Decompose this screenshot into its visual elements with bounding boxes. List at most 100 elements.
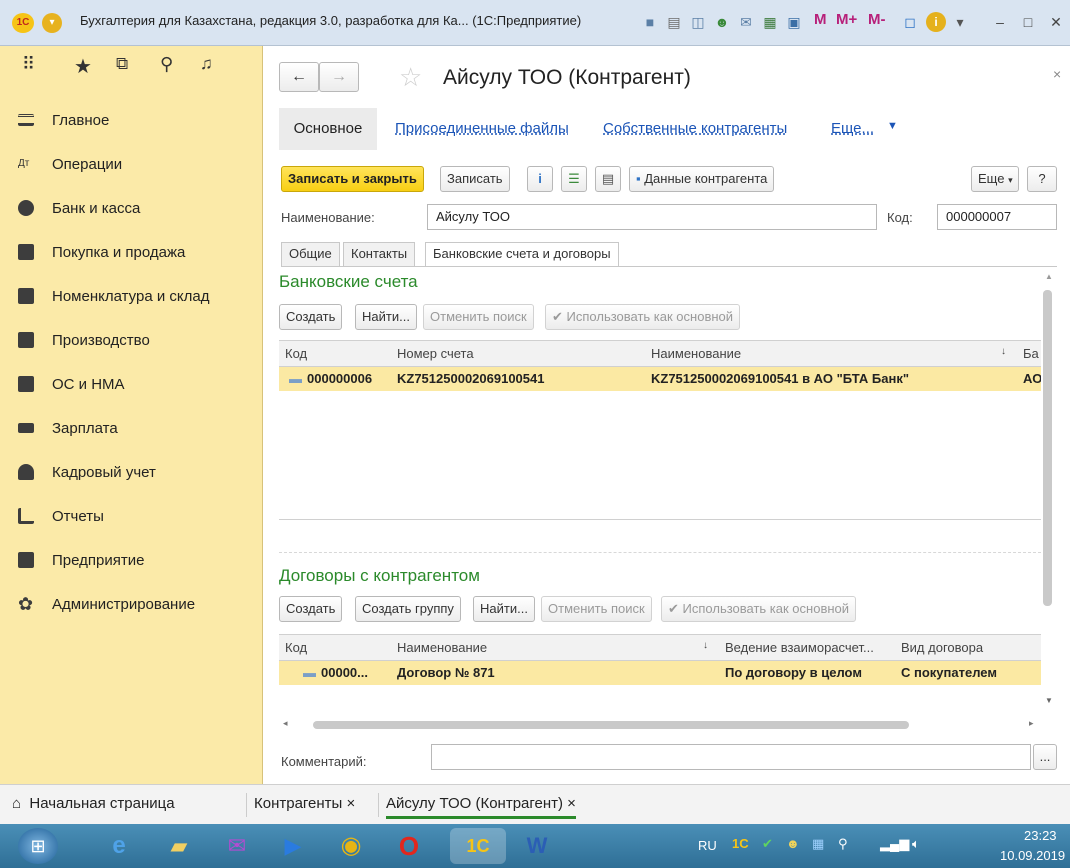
preview-icon[interactable]: ◫ — [688, 12, 708, 32]
comment-select-button[interactable]: ... — [1033, 744, 1057, 770]
contracts-cancel-search-button[interactable]: Отменить поиск — [541, 596, 652, 622]
mail-icon[interactable]: ✉ — [736, 12, 756, 32]
maximize-icon[interactable]: □ — [1018, 12, 1038, 32]
nav-attached-files[interactable]: Присоединенные файлы — [395, 120, 569, 137]
main-menu-icon[interactable]: ▾ — [42, 13, 62, 33]
table-row[interactable]: ▬ 00000... Договор № 871 По договору в ц… — [279, 661, 1041, 685]
tray-1c-icon[interactable]: 1С — [732, 836, 749, 851]
nav-own-counterparties[interactable]: Собственные контрагенты — [603, 120, 787, 137]
forward-button[interactable]: → — [319, 62, 359, 92]
apps-grid-icon[interactable]: ⠿ — [22, 54, 35, 84]
history-icon[interactable]: ⧉ — [116, 54, 128, 84]
comment-field[interactable] — [431, 744, 1031, 770]
col-settlement[interactable]: Ведение взаиморасчет... — [725, 640, 874, 655]
calendar-icon[interactable]: ▣ — [784, 12, 804, 32]
sort-icon[interactable]: ↓ — [1001, 346, 1006, 357]
col-bank[interactable]: Ба — [1023, 346, 1039, 361]
home-tab[interactable]: ⌂ Начальная страница — [12, 795, 175, 812]
users-icon[interactable]: ☻ — [712, 12, 732, 32]
panel-icon[interactable]: ◻ — [900, 12, 920, 32]
memory-plus-button[interactable]: M+ — [836, 11, 857, 28]
language-indicator[interactable]: RU — [698, 838, 717, 853]
sidebar-item-enterprise[interactable]: Предприятие — [0, 538, 263, 582]
minimize-icon[interactable]: – — [990, 12, 1010, 32]
col-name[interactable]: Наименование — [397, 640, 487, 655]
start-button-icon[interactable]: ⊞ — [18, 828, 58, 864]
tab-general[interactable]: Общие — [281, 242, 340, 266]
tray-signal-icon[interactable]: ▂▄▆ — [880, 836, 909, 852]
media-player-icon[interactable]: ▶ — [270, 828, 316, 864]
scroll-thumb[interactable] — [313, 721, 909, 729]
help-button[interactable]: ? — [1027, 166, 1057, 192]
scroll-up-icon[interactable]: ▲ — [1045, 272, 1053, 281]
mail-app-icon[interactable]: ✉ — [214, 828, 260, 864]
file-explorer-icon[interactable]: ▰ — [156, 828, 202, 864]
current-form-tab[interactable]: Айсулу ТОО (Контрагент) × — [386, 795, 576, 819]
bank-create-button[interactable]: Создать — [279, 304, 343, 330]
sidebar-item-warehouse[interactable]: Номенклатура и склад — [0, 274, 263, 318]
sort-icon[interactable]: ↓ — [703, 640, 708, 651]
favorites-star-icon[interactable]: ★ — [74, 54, 92, 84]
bank-use-main-button[interactable]: ✔ Использовать как основной — [545, 304, 741, 330]
sidebar-item-bank[interactable]: Банк и касса — [0, 186, 263, 230]
save-icon[interactable]: ■ — [640, 12, 660, 32]
tab-bank-accounts-contracts[interactable]: Банковские счета и договоры — [425, 242, 619, 267]
nav-more-chevron-icon[interactable]: ▼ — [887, 120, 898, 132]
sidebar-item-production[interactable]: Производство — [0, 318, 263, 362]
form-close-icon[interactable]: × — [1053, 66, 1061, 82]
col-account-number[interactable]: Номер счета — [397, 346, 474, 361]
col-code[interactable]: Код — [285, 346, 307, 361]
print-icon[interactable]: ▤ — [664, 12, 684, 32]
1c-app-icon[interactable]: 1С — [450, 828, 506, 864]
tray-volume-icon[interactable]: 🔈︎ — [912, 836, 920, 852]
save-and-close-button[interactable]: Записать и закрыть — [281, 166, 424, 192]
name-field[interactable]: Айсулу ТОО — [427, 204, 877, 230]
bank-cancel-search-button[interactable]: Отменить поиск — [423, 304, 534, 330]
scroll-down-icon[interactable]: ▼ — [1045, 696, 1053, 705]
sidebar-item-main[interactable]: Главное — [0, 98, 263, 142]
horizontal-scrollbar[interactable]: ◂ ▸ — [279, 718, 1041, 732]
close-icon[interactable]: ✕ — [1046, 12, 1066, 32]
tray-network-icon[interactable]: ⚲ — [838, 836, 848, 852]
sidebar-item-salary[interactable]: Зарплата — [0, 406, 263, 450]
sidebar-item-reports[interactable]: Отчеты — [0, 494, 263, 538]
clock-date[interactable]: 10.09.2019 — [1000, 848, 1065, 863]
tray-shield-icon[interactable]: ✔ — [762, 836, 773, 852]
favorite-star-icon[interactable]: ☆ — [399, 62, 422, 93]
bank-find-button[interactable]: Найти... — [355, 304, 417, 330]
opera-icon[interactable]: O — [386, 828, 432, 864]
sidebar-item-purchase-sale[interactable]: Покупка и продажа — [0, 230, 263, 274]
bell-icon[interactable]: ♫ — [200, 54, 213, 84]
tray-users-icon[interactable]: ☻ — [786, 836, 800, 851]
app-logo-icon[interactable]: 1С — [12, 13, 34, 33]
vertical-scrollbar[interactable] — [1043, 290, 1052, 606]
info-icon[interactable]: i — [527, 166, 553, 192]
scroll-left-icon[interactable]: ◂ — [283, 718, 288, 729]
sidebar-item-personnel[interactable]: Кадровый учет — [0, 450, 263, 494]
counterparties-tab[interactable]: Контрагенты × — [254, 795, 355, 812]
word-icon[interactable]: W — [514, 828, 560, 864]
memory-minus-button[interactable]: M- — [868, 11, 886, 28]
contracts-create-group-button[interactable]: Создать группу — [355, 596, 461, 622]
section-splitter[interactable] — [279, 552, 1041, 553]
sidebar-item-administration[interactable]: ✿ Администрирование — [0, 582, 263, 626]
sidebar-item-operations[interactable]: Дт Операции — [0, 142, 263, 186]
back-button[interactable]: ← — [279, 62, 319, 92]
report-icon[interactable]: ▤ — [595, 166, 621, 192]
sidebar-item-assets[interactable]: ОС и НМА — [0, 362, 263, 406]
col-name[interactable]: Наименование — [651, 346, 741, 361]
info-icon[interactable]: i — [926, 12, 946, 32]
nav-main[interactable]: Основное — [279, 108, 377, 150]
contracts-create-button[interactable]: Создать — [279, 596, 343, 622]
contracts-use-main-button[interactable]: ✔ Использовать как основной — [661, 596, 857, 622]
save-button[interactable]: Записать — [440, 166, 510, 192]
memory-m-button[interactable]: M — [814, 11, 827, 28]
code-field[interactable]: 000000007 — [937, 204, 1057, 230]
structure-icon[interactable]: ☰ — [561, 166, 587, 192]
counterparty-data-button[interactable]: ▪ Данные контрагента — [629, 166, 775, 192]
col-contract-type[interactable]: Вид договора — [901, 640, 983, 655]
tray-monitor-icon[interactable]: ▦ — [812, 836, 824, 852]
contracts-find-button[interactable]: Найти... — [473, 596, 535, 622]
internet-explorer-icon[interactable]: e — [96, 828, 142, 864]
chrome-icon[interactable]: ◉ — [328, 828, 374, 864]
